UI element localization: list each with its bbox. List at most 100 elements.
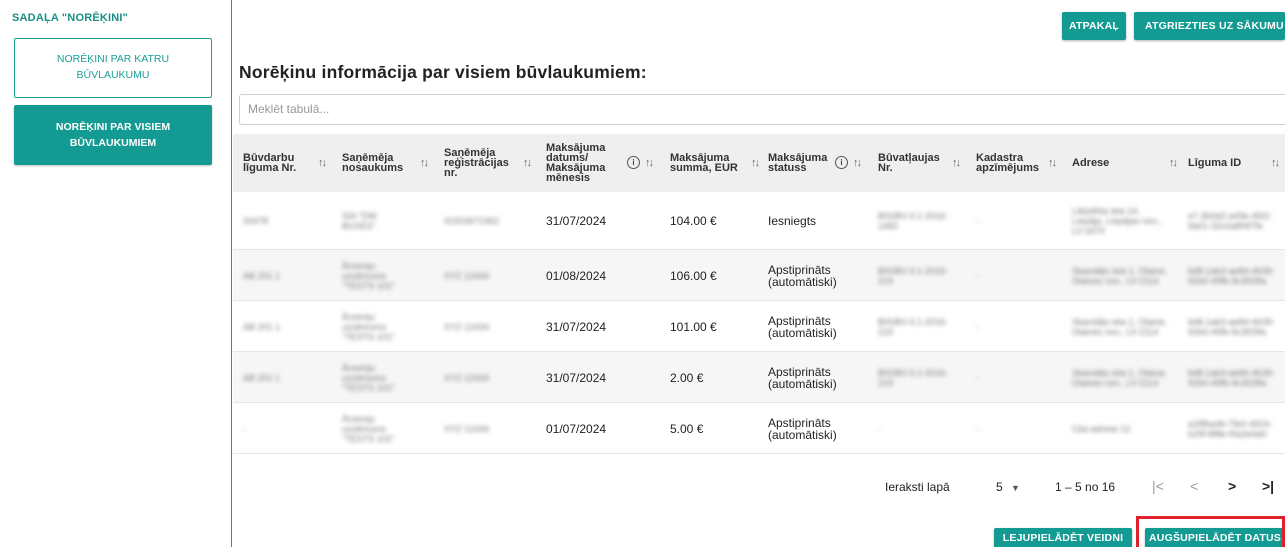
cell-permit: - (878, 423, 881, 434)
cell-address: Cita adrese 12 (1072, 423, 1131, 434)
info-icon[interactable]: i (835, 156, 848, 169)
column-header-label: Būvdarbu līguma Nr. (243, 152, 297, 174)
pagination-range: 1 – 5 no 16 (1055, 480, 1116, 494)
table-header: Būvdarbu līguma Nr. ↑↓ Saņēmēja nosaukum… (233, 134, 1285, 192)
column-header-contract-no[interactable]: Būvdarbu līguma Nr. (243, 134, 319, 192)
cell-permit: BIS/BV-3.1-2016-1482 (878, 211, 949, 231)
sidebar-item-each-site[interactable]: NORĒĶINI PAR KATRU BŪVLAUKUMU (14, 38, 212, 98)
cell-amount: 104.00 € (670, 214, 717, 228)
next-page-icon[interactable]: > (1228, 478, 1236, 494)
rows-per-page-label: Ieraksti lapā (885, 480, 950, 494)
cell-status: Apstiprināts (automātiski) (768, 415, 837, 442)
cell-contract-id: a1f8ba4b-7fe0-4924-b29f-8f8e-f0a2e9a0 (1188, 418, 1273, 439)
column-header-label: Maksājuma datums/ Maksājuma mēnesis (546, 142, 606, 184)
cell-address: Lāčplēša iela 14, Liepāja, Liepājas nov.… (1072, 206, 1161, 236)
cell-cadastre: - (976, 216, 979, 226)
sort-icon[interactable]: ↑↓ (1048, 157, 1057, 169)
sidebar: SADAĻA "NORĒĶINI" NORĒĶINI PAR KATRU BŪV… (0, 0, 232, 547)
table-row[interactable]: - Ārzemju uzņēmums "TESTS 101" XYZ 12434… (233, 403, 1285, 454)
return-to-start-button[interactable]: ATGRIEZTIES UZ SĀKUMU (1134, 12, 1285, 40)
sort-icon[interactable]: ↑↓ (1169, 157, 1178, 169)
search-input[interactable]: Meklēt tabulā... (239, 94, 1285, 125)
sort-icon[interactable]: ↑↓ (751, 157, 760, 169)
cell-status: Apstiprināts (automātiski) (768, 313, 837, 340)
column-header-payment-date[interactable]: Maksājuma datums/ Maksājuma mēnesis (546, 134, 618, 192)
sidebar-item-all-sites[interactable]: NORĒĶINI PAR VISIEM BŪVLAUKUMIEM (14, 105, 212, 165)
highlight-frame (1136, 516, 1285, 547)
rows-per-page-value: 5 (996, 480, 1003, 494)
cell-date: 01/07/2024 (546, 421, 607, 436)
cell-contract-id: 6d8.1ab3-ae84-4639-92b0-49fb-9c3f29fa (1188, 367, 1275, 388)
column-header-reg-no[interactable]: Saņēmēja reģistrācijas nr. (444, 134, 516, 192)
table-row[interactable]: AB 201 1 Ārzemju uzņēmums "TESTS 101" XY… (233, 301, 1285, 352)
column-header-label: Būvatļaujas Nr. (878, 152, 940, 174)
sort-icon[interactable]: ↑↓ (420, 157, 429, 169)
column-header-label: Saņēmēja nosaukums (342, 152, 404, 174)
column-header-status[interactable]: Maksājuma statuss (768, 134, 834, 192)
cell-permit: BIS/BV-3.1-2016-219 (878, 265, 949, 286)
first-page-icon[interactable]: |< (1152, 478, 1164, 494)
cell-cadastre: - (976, 372, 979, 383)
cell-date: 31/07/2024 (546, 319, 607, 334)
column-header-label: Maksājuma statuss (768, 152, 828, 174)
cell-recipient: Ārzemju uzņēmums "TESTS 101" (342, 413, 395, 444)
column-header-recipient[interactable]: Saņēmēja nosaukums (342, 134, 406, 192)
cell-address: Skandāļu iela 1, Olaine, Olaines nov., L… (1072, 367, 1168, 388)
info-icon[interactable]: i (627, 156, 640, 169)
download-template-button[interactable]: LEJUPIELĀDĒT VEIDNI (994, 528, 1132, 547)
rows-per-page-select[interactable]: 5 ▼ (996, 480, 1020, 494)
cell-amount: 101.00 € (670, 319, 717, 334)
cell-amount: 2.00 € (670, 370, 704, 385)
cell-reg: XYZ 12434 (444, 372, 490, 383)
last-page-icon[interactable]: >| (1262, 478, 1274, 494)
chevron-down-icon: ▼ (1011, 483, 1020, 493)
column-header-label: Saņēmēja reģistrācijas nr. (444, 147, 509, 179)
column-header-label: Līguma ID (1188, 157, 1242, 169)
sort-icon[interactable]: ↑↓ (952, 157, 961, 169)
cell-contract: - (243, 423, 246, 434)
column-header-amount[interactable]: Maksājuma summa, EUR (670, 134, 756, 192)
cell-recipient: Ārzemju uzņēmums "TESTS 101" (342, 311, 395, 342)
cell-contract-id: 6d8.1ab3-ae84-4639-92b0-49fb-9c3f29fa (1188, 316, 1275, 337)
page-title: Norēķinu informācija par visiem būvlauku… (239, 62, 647, 82)
cell-permit: BIS/BV-3.1-2016-219 (878, 367, 949, 388)
column-header-label: Maksājuma summa, EUR (670, 152, 738, 174)
cell-status: Apstiprināts (automātiski) (768, 262, 837, 289)
table-row[interactable]: AB 201 1 Ārzemju uzņēmums "TESTS 101" XY… (233, 352, 1285, 403)
column-header-address[interactable]: Adrese (1072, 134, 1152, 192)
column-header-permit-no[interactable]: Būvatļaujas Nr. (878, 134, 950, 192)
cell-reg: XYZ 12434 (444, 423, 490, 434)
cell-contract-id: e7.3b0d2-a49e-45f2-9a01-32c0a8f4f7fe (1188, 211, 1273, 231)
cell-date: 01/08/2024 (546, 268, 607, 283)
cell-permit: BIS/BV-3.1-2016-219 (878, 316, 949, 337)
cell-contract-id: 6d8.1ab3-ae84-4639-92b0-49fb-9c3f29fa (1188, 265, 1275, 286)
cell-address: Skandāļu iela 1, Olaine, Olaines nov., L… (1072, 316, 1168, 337)
column-header-label: Adrese (1072, 157, 1110, 169)
cell-contract: AB 201 1 (243, 372, 281, 383)
cell-reg: XYZ 12434 (444, 321, 490, 332)
cell-date: 31/07/2024 (546, 370, 607, 385)
sort-icon[interactable]: ↑↓ (523, 157, 532, 169)
previous-page-icon[interactable]: < (1190, 478, 1198, 494)
sort-icon[interactable]: ↑↓ (853, 157, 862, 169)
column-header-label: Kadastra apzīmējums (976, 152, 1039, 174)
cell-recipient: Ārzemju uzņēmums "TESTS 101" (342, 362, 395, 393)
column-header-cadastre[interactable]: Kadastra apzīmējums (976, 134, 1048, 192)
cell-cadastre: - (976, 423, 979, 434)
cell-date: 31/07/2024 (546, 214, 607, 228)
cell-status: Apstiprināts (automātiski) (768, 364, 837, 391)
cell-address: Skandāļu iela 1, Olaine, Olaines nov., L… (1072, 265, 1168, 286)
sort-icon[interactable]: ↑↓ (318, 157, 327, 169)
sort-icon[interactable]: ↑↓ (1271, 157, 1280, 169)
sort-icon[interactable]: ↑↓ (645, 157, 654, 169)
cell-recipient: SIA "DW BUVES" (342, 211, 377, 231)
table-row[interactable]: AB 201 1 Ārzemju uzņēmums "TESTS 101" XY… (233, 250, 1285, 301)
cell-reg: 41503672362 (444, 216, 500, 226)
back-button[interactable]: ATPAKAĻ (1062, 12, 1126, 40)
table-row[interactable]: 34478 SIA "DW BUVES" 41503672362 31/07/2… (233, 192, 1285, 250)
cell-recipient: Ārzemju uzņēmums "TESTS 101" (342, 260, 395, 291)
column-header-contract-id[interactable]: Līguma ID (1188, 134, 1258, 192)
cell-amount: 106.00 € (670, 268, 717, 283)
sidebar-title: SADAĻA "NORĒĶINI" (12, 12, 129, 24)
cell-status: Iesniegts (768, 214, 817, 228)
